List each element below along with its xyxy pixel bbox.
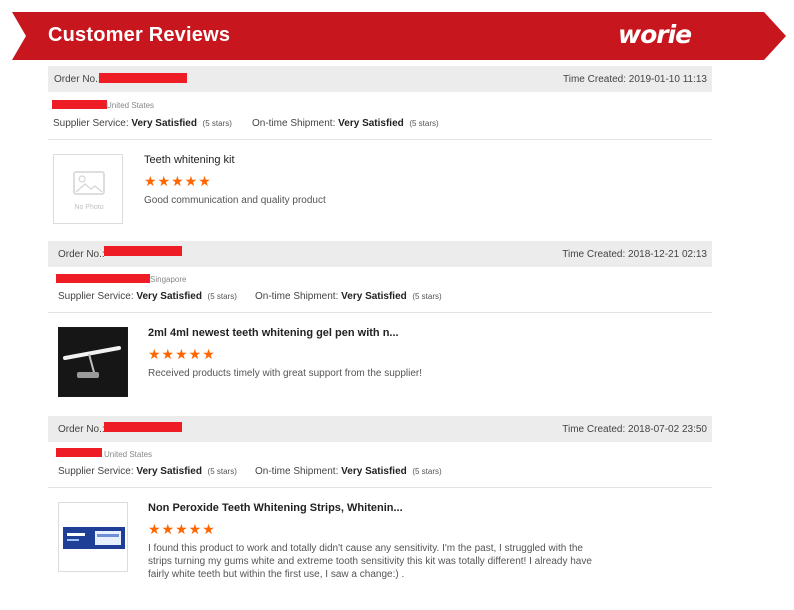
divider	[48, 139, 712, 140]
brand-logo: worie	[618, 20, 692, 49]
ontime-shipment-rating: On-time Shipment: Very Satisfied (5 star…	[252, 118, 439, 129]
product-title-link[interactable]: 2ml 4ml newest teeth whitening gel pen w…	[148, 327, 399, 339]
divider	[48, 312, 712, 313]
order-no-label: Order No.:	[54, 74, 101, 85]
product-title-link[interactable]: Non Peroxide Teeth Whitening Strips, Whi…	[148, 502, 403, 514]
review-comment: I found this product to work and totally…	[148, 543, 592, 580]
review-card: Order No.: Time Created: 2018-12-21 02:1…	[48, 241, 712, 411]
time-created: Time Created: 2018-07-02 23:50	[562, 424, 707, 435]
redacted-order-number	[99, 73, 187, 83]
product-thumbnail-no-photo[interactable]: No Photo	[53, 154, 123, 224]
product-thumbnail-gel-pen[interactable]	[58, 327, 128, 397]
no-photo-icon: No Photo	[73, 171, 105, 211]
time-created: Time Created: 2018-12-21 02:13	[562, 249, 707, 260]
buyer-country: United States	[106, 101, 155, 110]
order-bar: Order No.: Time Created: 2019-01-10 11:1…	[48, 66, 712, 92]
supplier-service-rating: Supplier Service: Very Satisfied (5 star…	[58, 466, 237, 477]
order-bar: Order No.: Time Created: 2018-12-21 02:1…	[48, 241, 712, 267]
supplier-service-rating: Supplier Service: Very Satisfied (5 star…	[53, 118, 232, 129]
redacted-order-number	[104, 422, 182, 432]
page-title: Customer Reviews	[48, 24, 231, 46]
buyer-country: United States	[104, 450, 153, 459]
supplier-service-rating: Supplier Service: Very Satisfied (5 star…	[58, 291, 237, 302]
review-comment: Received products timely with great supp…	[148, 368, 423, 379]
buyer-country: Singapore	[150, 275, 187, 284]
customer-reviews-banner: Customer Reviews worie	[12, 12, 786, 60]
ontime-shipment-rating: On-time Shipment: Very Satisfied (5 star…	[255, 291, 442, 302]
svg-text:No Photo: No Photo	[74, 204, 103, 211]
star-rating: ★★★★★	[148, 346, 216, 362]
whitening-strips-image	[59, 503, 127, 571]
star-rating: ★★★★★	[144, 173, 212, 189]
review-card: Order No.: Time Created: 2019-01-10 11:1…	[48, 66, 712, 236]
review-comment: Good communication and quality product	[144, 195, 326, 206]
review-card: Order No.: Time Created: 2018-07-02 23:5…	[48, 416, 712, 606]
time-created: Time Created: 2019-01-10 11:13	[563, 74, 707, 85]
star-rating: ★★★★★	[148, 521, 216, 537]
ontime-shipment-rating: On-time Shipment: Very Satisfied (5 star…	[255, 466, 442, 477]
redacted-buyer-name	[56, 448, 102, 457]
redacted-buyer-name	[56, 274, 150, 283]
order-no-label: Order No.:	[58, 424, 105, 435]
redacted-order-number	[104, 246, 182, 256]
order-bar: Order No.: Time Created: 2018-07-02 23:5…	[48, 416, 712, 442]
product-thumbnail-whitening-strips[interactable]	[58, 502, 128, 572]
redacted-buyer-name	[52, 100, 107, 109]
product-title-link[interactable]: Teeth whitening kit	[144, 154, 235, 166]
divider	[48, 487, 712, 488]
gel-pen-image	[59, 328, 127, 396]
order-no-label: Order No.:	[58, 249, 105, 260]
